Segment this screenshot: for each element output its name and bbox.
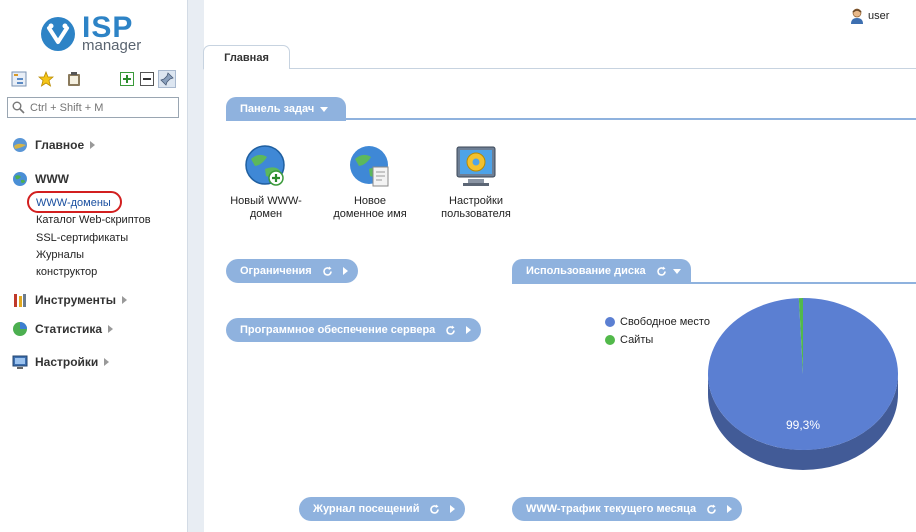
- nav-group-label: WWW: [35, 172, 69, 186]
- sidebar-item-www-domains[interactable]: WWW-домены: [36, 197, 111, 209]
- dropdown-arrow-icon: [320, 106, 329, 112]
- panel-title: WWW-трафик текущего месяца: [526, 503, 697, 515]
- globe-plus-icon: [245, 145, 285, 186]
- chevron-right-icon: [466, 326, 472, 334]
- main-area: user Главная Панель задач Новый WWW- дом…: [203, 0, 916, 532]
- plus-box-icon: [120, 72, 134, 86]
- software-panel-header[interactable]: Программное обеспечение сервера: [226, 318, 482, 342]
- refresh-icon: [707, 504, 716, 514]
- nav-group-label: Настройки: [35, 355, 99, 369]
- legend-label: Свободное место: [620, 316, 710, 328]
- legend-swatch: [605, 317, 615, 327]
- search-input[interactable]: [30, 100, 176, 115]
- sidebar-toolbar: [8, 70, 180, 90]
- chart-legend: Свободное место Сайты: [605, 313, 710, 349]
- task-label: Настройки: [449, 195, 503, 207]
- refresh-icon: [322, 266, 332, 276]
- sidebar-item-constructor[interactable]: конструктор: [36, 266, 97, 278]
- nav-group-main[interactable]: Главное: [12, 137, 96, 153]
- pie-chart-icon: [13, 322, 27, 336]
- minus-box-icon: [140, 72, 154, 86]
- tree-view-button[interactable]: [10, 70, 28, 88]
- legend-item: Сайты: [605, 331, 710, 349]
- task-label: домен: [249, 208, 283, 220]
- panel-title: Ограничения: [240, 265, 312, 277]
- disk-usage-panel-header[interactable]: Использование диска: [512, 259, 691, 283]
- nav-group-www[interactable]: WWW: [12, 171, 69, 187]
- www-globe-icon: [13, 172, 27, 186]
- refresh-icon: [656, 266, 666, 276]
- chevron-right-icon: [727, 505, 733, 513]
- panel-title: Журнал посещений: [313, 503, 420, 515]
- task-new-www-domain[interactable]: Новый WWW- домен: [221, 143, 311, 221]
- sidebar-item-ssl-certificates[interactable]: SSL-сертификаты: [36, 232, 128, 244]
- globe-page-icon: [350, 146, 389, 187]
- brand-logo: ISP manager: [40, 13, 160, 56]
- task-user-settings[interactable]: Настройки пользователя: [431, 143, 521, 221]
- sidebar-splitter[interactable]: [187, 0, 204, 532]
- user-name: user: [868, 10, 890, 22]
- star-icon: [38, 71, 54, 87]
- task-label: доменное имя: [333, 208, 407, 220]
- clipboard-icon: [68, 72, 80, 86]
- collapse-all-button[interactable]: [138, 70, 156, 88]
- refresh-icon: [430, 504, 440, 514]
- chevron-right-icon: [104, 358, 110, 366]
- task-label: Новое: [353, 195, 387, 207]
- chevron-right-icon: [90, 141, 96, 149]
- taskbar-panel-header[interactable]: Панель задач: [226, 97, 346, 121]
- tab-main[interactable]: Главная: [203, 45, 290, 70]
- legend-item: Свободное место: [605, 313, 710, 331]
- refresh-icon: [446, 325, 456, 335]
- search-icon: [12, 101, 25, 114]
- sidebar-item-web-scripts[interactable]: Каталог Web-скриптов: [36, 214, 151, 226]
- user-avatar-icon: [851, 8, 863, 24]
- panel-title: Программное обеспечение сервера: [240, 324, 436, 336]
- nav-group-statistics[interactable]: Статистика: [12, 321, 114, 337]
- favorites-button[interactable]: [37, 70, 55, 88]
- dropdown-arrow-icon: [672, 268, 681, 274]
- home-globe-icon: [13, 138, 27, 152]
- task-new-domain-name[interactable]: Новое доменное имя: [325, 143, 415, 221]
- user-menu[interactable]: user: [850, 8, 889, 24]
- legend-label: Сайты: [620, 334, 654, 346]
- legend-swatch: [605, 335, 615, 345]
- visits-log-panel-header[interactable]: Журнал посещений: [299, 497, 466, 521]
- tools-icon: [14, 294, 26, 307]
- task-label: пользователя: [441, 208, 511, 220]
- nav-group-tools[interactable]: Инструменты: [12, 292, 128, 308]
- traffic-panel-header[interactable]: WWW-трафик текущего месяца: [512, 497, 743, 521]
- monitor-settings-icon: [12, 355, 28, 369]
- tree-icon: [11, 71, 27, 87]
- pie-data-label: 99,3%: [786, 418, 820, 432]
- brand-name-sub: manager: [82, 37, 142, 54]
- nav-group-label: Главное: [35, 138, 85, 152]
- limits-panel-header[interactable]: Ограничения: [226, 259, 358, 283]
- panel-title: Использование диска: [526, 265, 646, 277]
- expand-all-button[interactable]: [118, 70, 136, 88]
- pin-icon: [160, 72, 174, 86]
- logo-mark-icon: [41, 17, 75, 51]
- chevron-right-icon: [122, 296, 128, 304]
- sidebar: ISP manager Ctrl + Shift + M Главное WWW…: [0, 0, 187, 532]
- sidebar-item-logs[interactable]: Журналы: [36, 249, 84, 261]
- pin-button[interactable]: [158, 70, 176, 88]
- chevron-right-icon: [108, 325, 114, 333]
- task-label: Новый WWW-: [230, 195, 302, 207]
- chevron-right-icon: [342, 267, 348, 275]
- nav-group-settings[interactable]: Настройки: [12, 354, 110, 370]
- sidebar-search: [7, 97, 179, 118]
- clipboard-button[interactable]: [65, 70, 83, 88]
- disk-usage-pie-chart: 99,3%: [708, 298, 898, 470]
- nav-group-label: Статистика: [35, 322, 103, 336]
- app-window: ISP manager Ctrl + Shift + M Главное WWW…: [0, 0, 916, 532]
- chevron-right-icon: [450, 505, 456, 513]
- panel-title: Панель задач: [240, 103, 315, 115]
- gear-monitor-icon: [456, 146, 496, 186]
- nav-group-label: Инструменты: [35, 293, 117, 307]
